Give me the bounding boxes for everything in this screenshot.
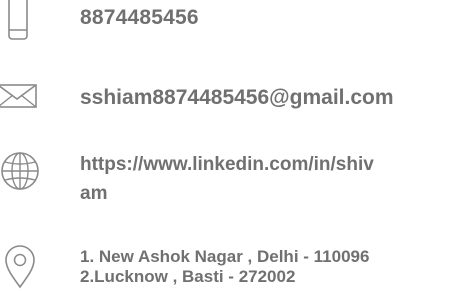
globe-icon (0, 150, 46, 192)
address-block: 1. New Ashok Nagar , Delhi - 110096 2.Lu… (80, 247, 369, 287)
email-address[interactable]: sshiam8874485456@gmail.com (80, 86, 394, 110)
address-line-2: 2.Lucknow , Basti - 272002 (80, 267, 296, 286)
location-pin-icon (0, 243, 40, 289)
phone-icon (0, 0, 30, 46)
address-line-1: 1. New Ashok Nagar , Delhi - 110096 (80, 247, 370, 266)
mail-icon (0, 80, 42, 108)
phone-number[interactable]: 8874485456 (80, 6, 199, 30)
website-line-2[interactable]: am (80, 179, 374, 208)
website-line-1[interactable]: https://www.linkedin.com/in/shiv (80, 150, 374, 179)
website-link[interactable]: https://www.linkedin.com/in/shiv am (80, 150, 374, 208)
